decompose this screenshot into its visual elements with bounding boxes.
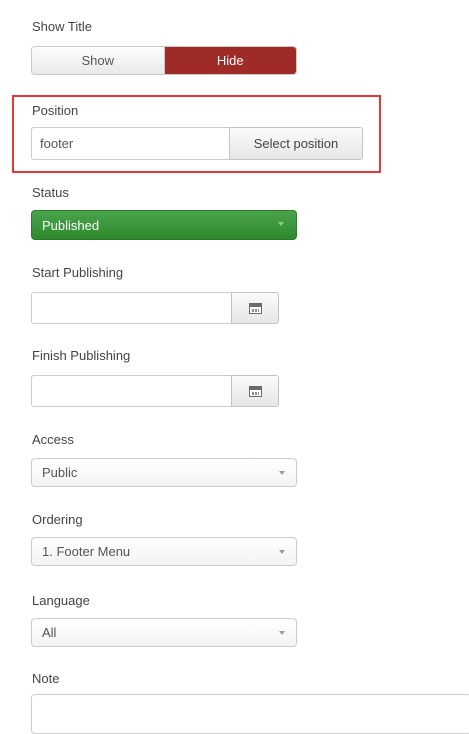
position-label: Position [32, 103, 79, 118]
chevron-down-icon [279, 631, 285, 635]
note-label: Note [32, 671, 60, 686]
ordering-select[interactable]: 1. Footer Menu [31, 537, 297, 566]
select-position-button[interactable]: Select position [229, 127, 363, 160]
calendar-icon [248, 385, 262, 397]
ordering-label: Ordering [32, 512, 83, 527]
position-input[interactable] [31, 127, 229, 160]
finish-publishing-calendar-button[interactable] [231, 375, 279, 407]
language-select[interactable]: All [31, 618, 297, 647]
status-label: Status [32, 185, 69, 200]
show-button[interactable]: Show [32, 47, 165, 74]
show-title-label: Show Title [32, 19, 92, 34]
access-value: Public [42, 465, 78, 480]
finish-publishing-input[interactable] [31, 375, 231, 407]
access-label: Access [32, 432, 74, 447]
finish-publishing-group [31, 375, 279, 407]
ordering-value: 1. Footer Menu [42, 544, 131, 559]
access-select[interactable]: Public [31, 458, 297, 487]
show-title-toggle: Show Hide [31, 46, 297, 75]
status-select[interactable]: Published [31, 210, 297, 240]
calendar-icon [248, 302, 262, 314]
start-publishing-label: Start Publishing [32, 265, 124, 280]
position-field-group: Select position [31, 127, 363, 160]
hide-button[interactable]: Hide [164, 47, 296, 74]
start-publishing-group [31, 292, 279, 324]
start-publishing-input[interactable] [31, 292, 231, 324]
note-input[interactable] [31, 694, 469, 734]
chevron-down-icon [278, 222, 284, 226]
status-value: Published [42, 217, 100, 233]
language-value: All [42, 625, 57, 640]
chevron-down-icon [279, 471, 285, 475]
finish-publishing-label: Finish Publishing [32, 348, 131, 363]
language-label: Language [32, 593, 90, 608]
start-publishing-calendar-button[interactable] [231, 292, 279, 324]
chevron-down-icon [279, 550, 285, 554]
